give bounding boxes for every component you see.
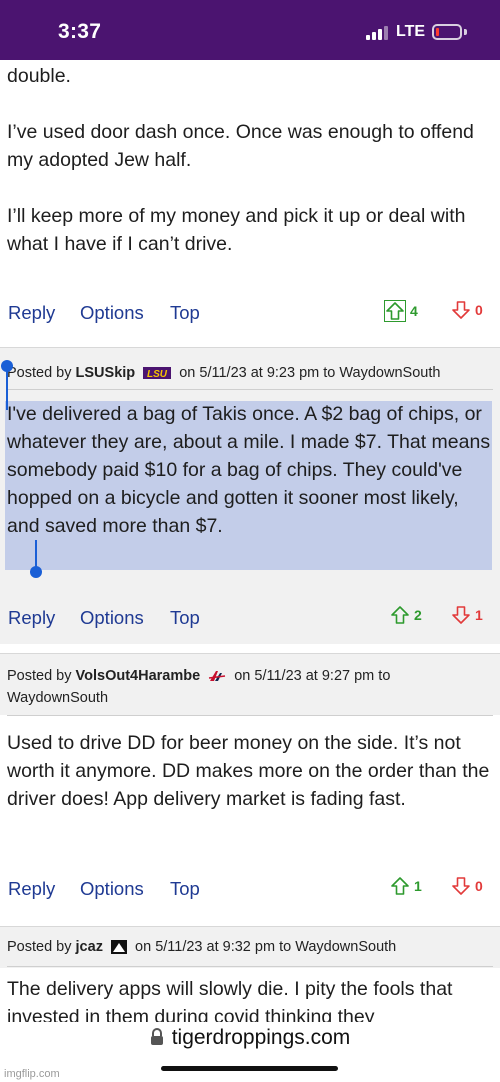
battery-icon: [432, 24, 462, 40]
downvote-icon: [452, 301, 470, 319]
recipient-link[interactable]: WaydownSouth: [7, 690, 108, 706]
reply-link[interactable]: Reply: [8, 878, 55, 900]
to-prefix: to: [279, 939, 292, 955]
post-date: 5/11/23 at 9:32 pm: [155, 939, 276, 955]
url-display[interactable]: tigerdroppings.com: [0, 1026, 500, 1050]
header-divider: [7, 715, 493, 716]
post-actions: Reply Options Top 1 0: [8, 874, 492, 904]
network-label: LTE: [396, 23, 426, 40]
status-time: 3:37: [58, 20, 102, 43]
author-link[interactable]: LSUSkip: [76, 365, 136, 381]
downvote-count: 0: [475, 878, 483, 894]
posted-by-label: Posted by: [7, 365, 72, 381]
upvote-icon: [391, 877, 409, 895]
post-paragraph: I've delivered a bag of Takis once. A $2…: [7, 403, 491, 537]
post-actions: Reply Options Top 2 1: [8, 603, 492, 633]
post-paragraph: Used to drive DD for beer money on the s…: [7, 732, 490, 810]
options-link[interactable]: Options: [80, 878, 144, 900]
status-bar: 3:37 LTE: [0, 0, 500, 60]
post-body: Used to drive DD for beer money on the s…: [7, 729, 491, 813]
options-link[interactable]: Options: [80, 607, 144, 629]
to-prefix: to: [323, 365, 336, 381]
mountain-badge-icon: [110, 940, 127, 955]
downvote-button[interactable]: 0: [451, 876, 483, 896]
upvote-button[interactable]: 4: [384, 300, 418, 322]
upvote-icon: [384, 300, 406, 322]
downvote-count: 1: [475, 607, 483, 623]
recipient-link[interactable]: WaydownSouth: [339, 365, 440, 381]
selection-end-handle-icon[interactable]: [29, 540, 43, 580]
downvote-button[interactable]: 0: [451, 300, 483, 320]
date-prefix: on: [179, 365, 196, 381]
post-meta: Posted by jcaz on 5/11/23 at 9:32 pm to …: [7, 936, 396, 958]
url-bar[interactable]: tigerdroppings.com imgflip.com: [0, 1022, 500, 1082]
upvote-icon: [391, 606, 409, 624]
reply-link[interactable]: Reply: [8, 607, 55, 629]
top-link[interactable]: Top: [170, 607, 200, 629]
downvote-icon: [452, 877, 470, 895]
lsu-badge-icon: LSU: [143, 367, 172, 380]
post-body: The delivery apps will slowly die. I pit…: [7, 975, 491, 1022]
author-link[interactable]: jcaz: [76, 939, 103, 955]
upvote-count: 2: [414, 607, 422, 623]
braves-badge-icon: [209, 671, 226, 682]
top-link[interactable]: Top: [170, 302, 200, 324]
downvote-button[interactable]: 1: [451, 605, 483, 625]
date-prefix: on: [135, 939, 152, 955]
post-body: I double. I’ve used door dash once. Once…: [7, 60, 493, 258]
post-meta: Posted by VolsOut4Harambe on 5/11/23 at …: [7, 665, 493, 709]
post-paragraph: double.: [7, 65, 71, 87]
post-paragraph: I’ve used door dash once. Once was enoug…: [7, 121, 474, 171]
options-link[interactable]: Options: [80, 302, 144, 324]
date-prefix: on: [234, 668, 251, 684]
lock-icon: [150, 1028, 163, 1045]
thread-content: I double. I’ve used door dash once. Once…: [0, 60, 500, 1022]
url-domain: tigerdroppings.com: [171, 1026, 351, 1049]
downvote-icon: [452, 606, 470, 624]
header-divider: [7, 966, 493, 967]
post-paragraph: I’ll keep more of my money and pick it u…: [7, 205, 466, 255]
reply-link[interactable]: Reply: [8, 302, 55, 324]
battery-tip: [464, 29, 467, 35]
post-meta: Posted by LSUSkip LSU on 5/11/23 at 9:23…: [7, 362, 440, 384]
upvote-count: 4: [410, 303, 418, 319]
watermark: imgflip.com: [4, 1068, 60, 1080]
downvote-count: 0: [475, 302, 483, 318]
author-link[interactable]: VolsOut4Harambe: [76, 668, 201, 684]
post-date: 5/11/23 at 9:23 pm: [199, 365, 320, 381]
post-date: 5/11/23 at 9:27 pm: [254, 668, 375, 684]
upvote-button[interactable]: 1: [390, 876, 422, 896]
posted-by-label: Posted by: [7, 668, 72, 684]
upvote-count: 1: [414, 878, 422, 894]
home-indicator[interactable]: [161, 1066, 338, 1071]
to-prefix: to: [378, 668, 391, 684]
svg-text:LSU: LSU: [147, 369, 168, 379]
posted-by-label: Posted by: [7, 939, 72, 955]
post-paragraph: The delivery apps will slowly die. I pit…: [7, 978, 453, 1022]
post-actions: Reply Options Top 4 0: [8, 298, 492, 328]
signal-icon: [366, 26, 388, 40]
upvote-button[interactable]: 2: [390, 605, 422, 625]
post-body: I've delivered a bag of Takis once. A $2…: [7, 400, 491, 540]
recipient-link[interactable]: WaydownSouth: [295, 939, 396, 955]
header-divider: [7, 389, 493, 390]
top-link[interactable]: Top: [170, 878, 200, 900]
